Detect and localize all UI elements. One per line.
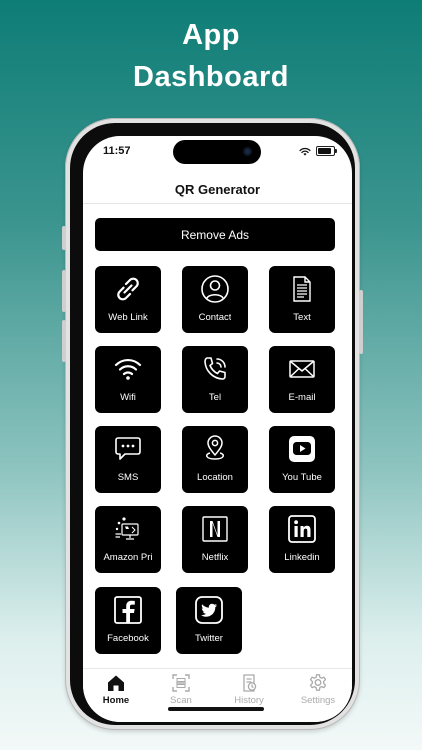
tile-youtube[interactable]: You Tube [269,426,335,493]
tile-label: E-mail [288,392,316,403]
dynamic-island [173,140,261,164]
tile-label: Wifi [120,392,136,403]
tab-bar: Home Scan History Settings [83,668,352,722]
tile-tel[interactable]: Tel [182,346,248,413]
remove-ads-button[interactable]: Remove Ads [95,218,335,251]
tile-twitter[interactable]: Twitter [176,587,242,654]
tile-label: Facebook [107,633,149,644]
phone-icon [200,354,230,384]
gear-icon [309,674,327,691]
headline-line-2: Dashboard [133,61,289,93]
tile-label: Amazon Pri [103,552,153,563]
tab-label: Settings [300,695,336,706]
wifi-icon [113,354,143,384]
tile-linkedin[interactable]: Linkedin [269,506,335,573]
contact-icon [200,274,230,304]
tile-email[interactable]: E-mail [269,346,335,413]
tile-label: Text [293,312,311,323]
phone-mute-switch [62,226,66,250]
status-icons [299,146,337,156]
tab-label: Home [102,695,130,706]
wifi-status-icon [299,147,311,156]
phone-screen: 11:57 QR Generator Remove Ads Web Link C… [83,136,352,722]
linkedin-icon [287,514,317,544]
tile-wifi[interactable]: Wifi [95,346,161,413]
scan-icon [172,674,190,692]
home-indicator [168,707,264,711]
phone-volume-down [62,320,66,362]
facebook-icon [113,595,143,625]
tile-facebook[interactable]: Facebook [95,587,161,654]
phone-frame: 11:57 QR Generator Remove Ads Web Link C… [62,118,363,730]
amazon-prime-icon [113,514,143,544]
page-title: QR Generator [174,182,261,197]
tile-label: Twitter [195,633,223,644]
camera-icon [243,147,252,156]
map-pin-icon [200,434,230,464]
tile-label: Netflix [201,552,229,563]
tile-netflix[interactable]: Netflix [182,506,248,573]
battery-icon [316,146,337,156]
tile-web-link[interactable]: Web Link [95,266,161,333]
phone-bezel: 11:57 QR Generator Remove Ads Web Link C… [70,123,355,725]
tile-label: Tel [208,392,222,403]
tile-label: Linkedin [284,552,320,563]
link-icon [113,274,143,304]
tab-history[interactable]: History [218,673,280,706]
youtube-icon [287,434,317,464]
tile-amazon-prime[interactable]: Amazon Pri [95,506,161,573]
tab-label: History [234,695,264,706]
tile-sms[interactable]: SMS [95,426,161,493]
tab-settings[interactable]: Settings [287,673,349,706]
tile-label: Contact [198,312,232,323]
history-icon [243,674,257,692]
home-icon [108,675,124,691]
tab-home[interactable]: Home [85,673,147,706]
tile-location[interactable]: Location [182,426,248,493]
tile-label: Location [197,472,233,483]
chat-bubble-icon [113,434,143,464]
headline-line-1: App [182,19,240,51]
nav-divider [83,203,352,204]
tab-scan[interactable]: Scan [150,673,212,706]
tile-text[interactable]: Text [269,266,335,333]
document-icon [287,274,317,304]
phone-power-button [359,290,363,354]
tab-label: Scan [170,695,192,706]
netflix-icon [200,514,230,544]
tile-label: You Tube [282,472,322,483]
envelope-icon [287,354,317,384]
twitter-icon [194,595,224,625]
tile-contact[interactable]: Contact [182,266,248,333]
phone-volume-up [62,270,66,312]
tile-label: SMS [117,472,139,483]
tile-label: Web Link [108,312,148,323]
status-time: 11:57 [103,145,131,157]
